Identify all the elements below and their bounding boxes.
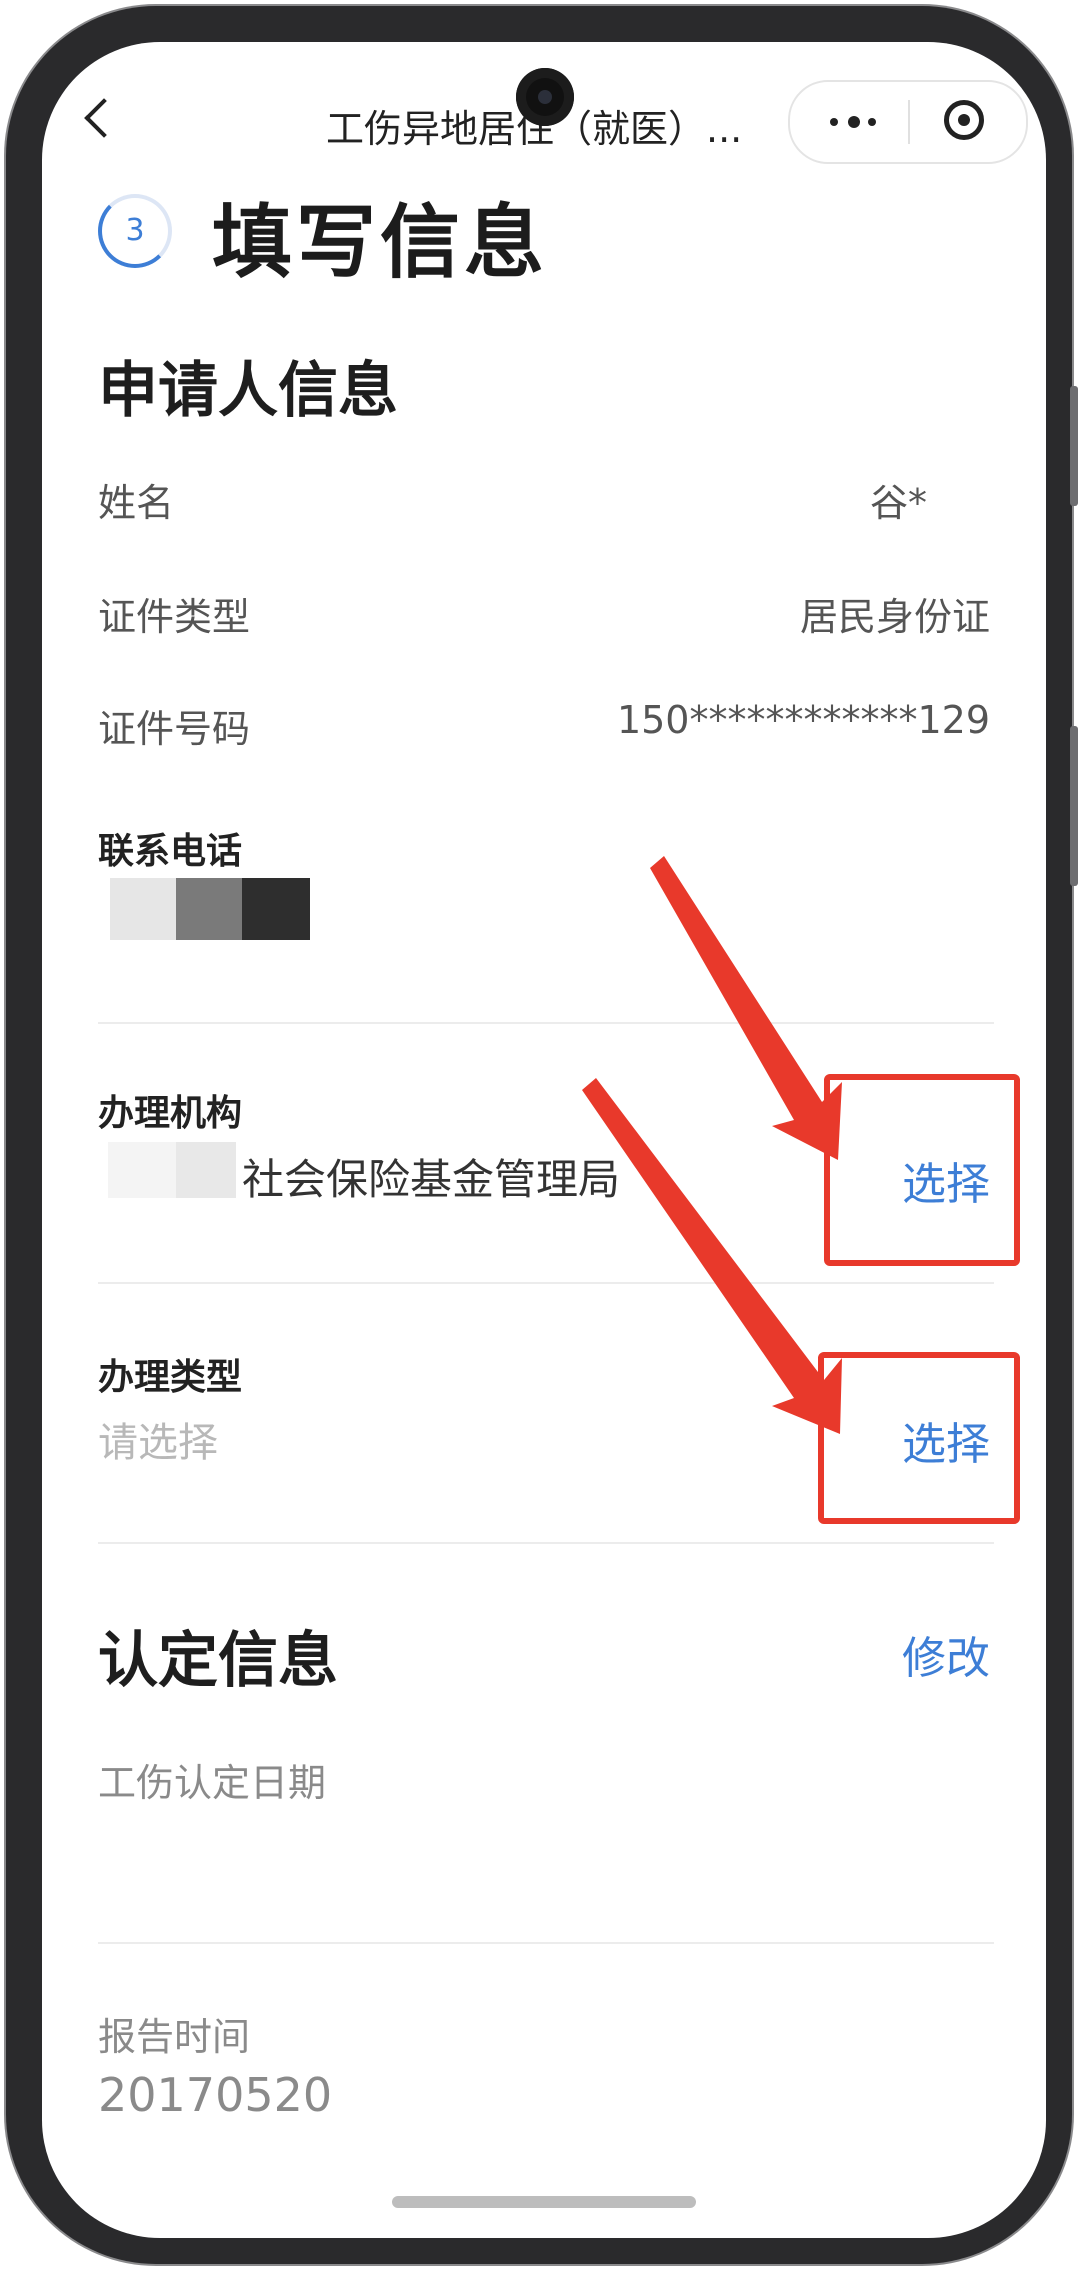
close-mini-program-icon[interactable] — [944, 100, 984, 140]
handle-type-label: 办理类型 — [98, 1357, 243, 1398]
annotation-highlight-box — [818, 1352, 1020, 1524]
name-value: 谷* — [870, 481, 928, 525]
handle-type-placeholder[interactable]: 请选择 — [98, 1410, 218, 1468]
more-options-icon[interactable] — [830, 116, 880, 128]
report-time-label: 报告时间 — [98, 2015, 251, 2059]
divider — [98, 1942, 994, 1944]
front-camera — [516, 68, 574, 126]
phone-value-blurred — [176, 878, 242, 940]
annotation-arrow-icon — [582, 1078, 842, 1434]
home-indicator[interactable] — [392, 2196, 696, 2208]
applicant-section-title: 申请人信息 — [98, 356, 398, 426]
report-time-value: 20170520 — [98, 2068, 333, 2122]
modify-button[interactable]: 修改 — [902, 1622, 990, 1686]
phone-value-blurred — [242, 878, 310, 940]
step-indicator: 3 — [98, 194, 172, 268]
phone-value-blurred — [110, 878, 176, 940]
divider — [98, 1022, 994, 1024]
phone-label: 联系电话 — [98, 831, 243, 872]
divider — [98, 1542, 994, 1544]
screen: 工伤异地居住（就医）... 3 填写信息 申请人信息 姓名 谷* 证件类型 居民… — [42, 42, 1046, 2238]
capsule-separator — [908, 100, 910, 144]
mini-program-capsule — [788, 80, 1028, 164]
id-type-label: 证件类型 — [98, 595, 251, 639]
annotation-highlight-box — [824, 1074, 1020, 1266]
agency-value: 社会保险基金管理局 — [242, 1155, 621, 1204]
certification-section-title: 认定信息 — [98, 1626, 338, 1696]
back-arrow-icon[interactable] — [84, 98, 124, 138]
step-number: 3 — [125, 213, 145, 248]
agency-label: 办理机构 — [98, 1093, 243, 1134]
divider — [98, 1282, 994, 1284]
id-type-value: 居民身份证 — [799, 595, 990, 639]
id-number-label: 证件号码 — [98, 707, 251, 751]
id-number-value: 150************129 — [616, 698, 990, 742]
volume-button — [1070, 386, 1078, 506]
name-label: 姓名 — [98, 481, 175, 525]
certification-date-label: 工伤认定日期 — [98, 1761, 327, 1805]
phone-frame: 工伤异地居住（就医）... 3 填写信息 申请人信息 姓名 谷* 证件类型 居民… — [6, 6, 1078, 2264]
page-title: 填写信息 — [212, 196, 548, 289]
agency-value-blurred — [176, 1142, 236, 1198]
annotation-arrow-icon — [650, 856, 842, 1160]
power-button — [1070, 726, 1078, 886]
